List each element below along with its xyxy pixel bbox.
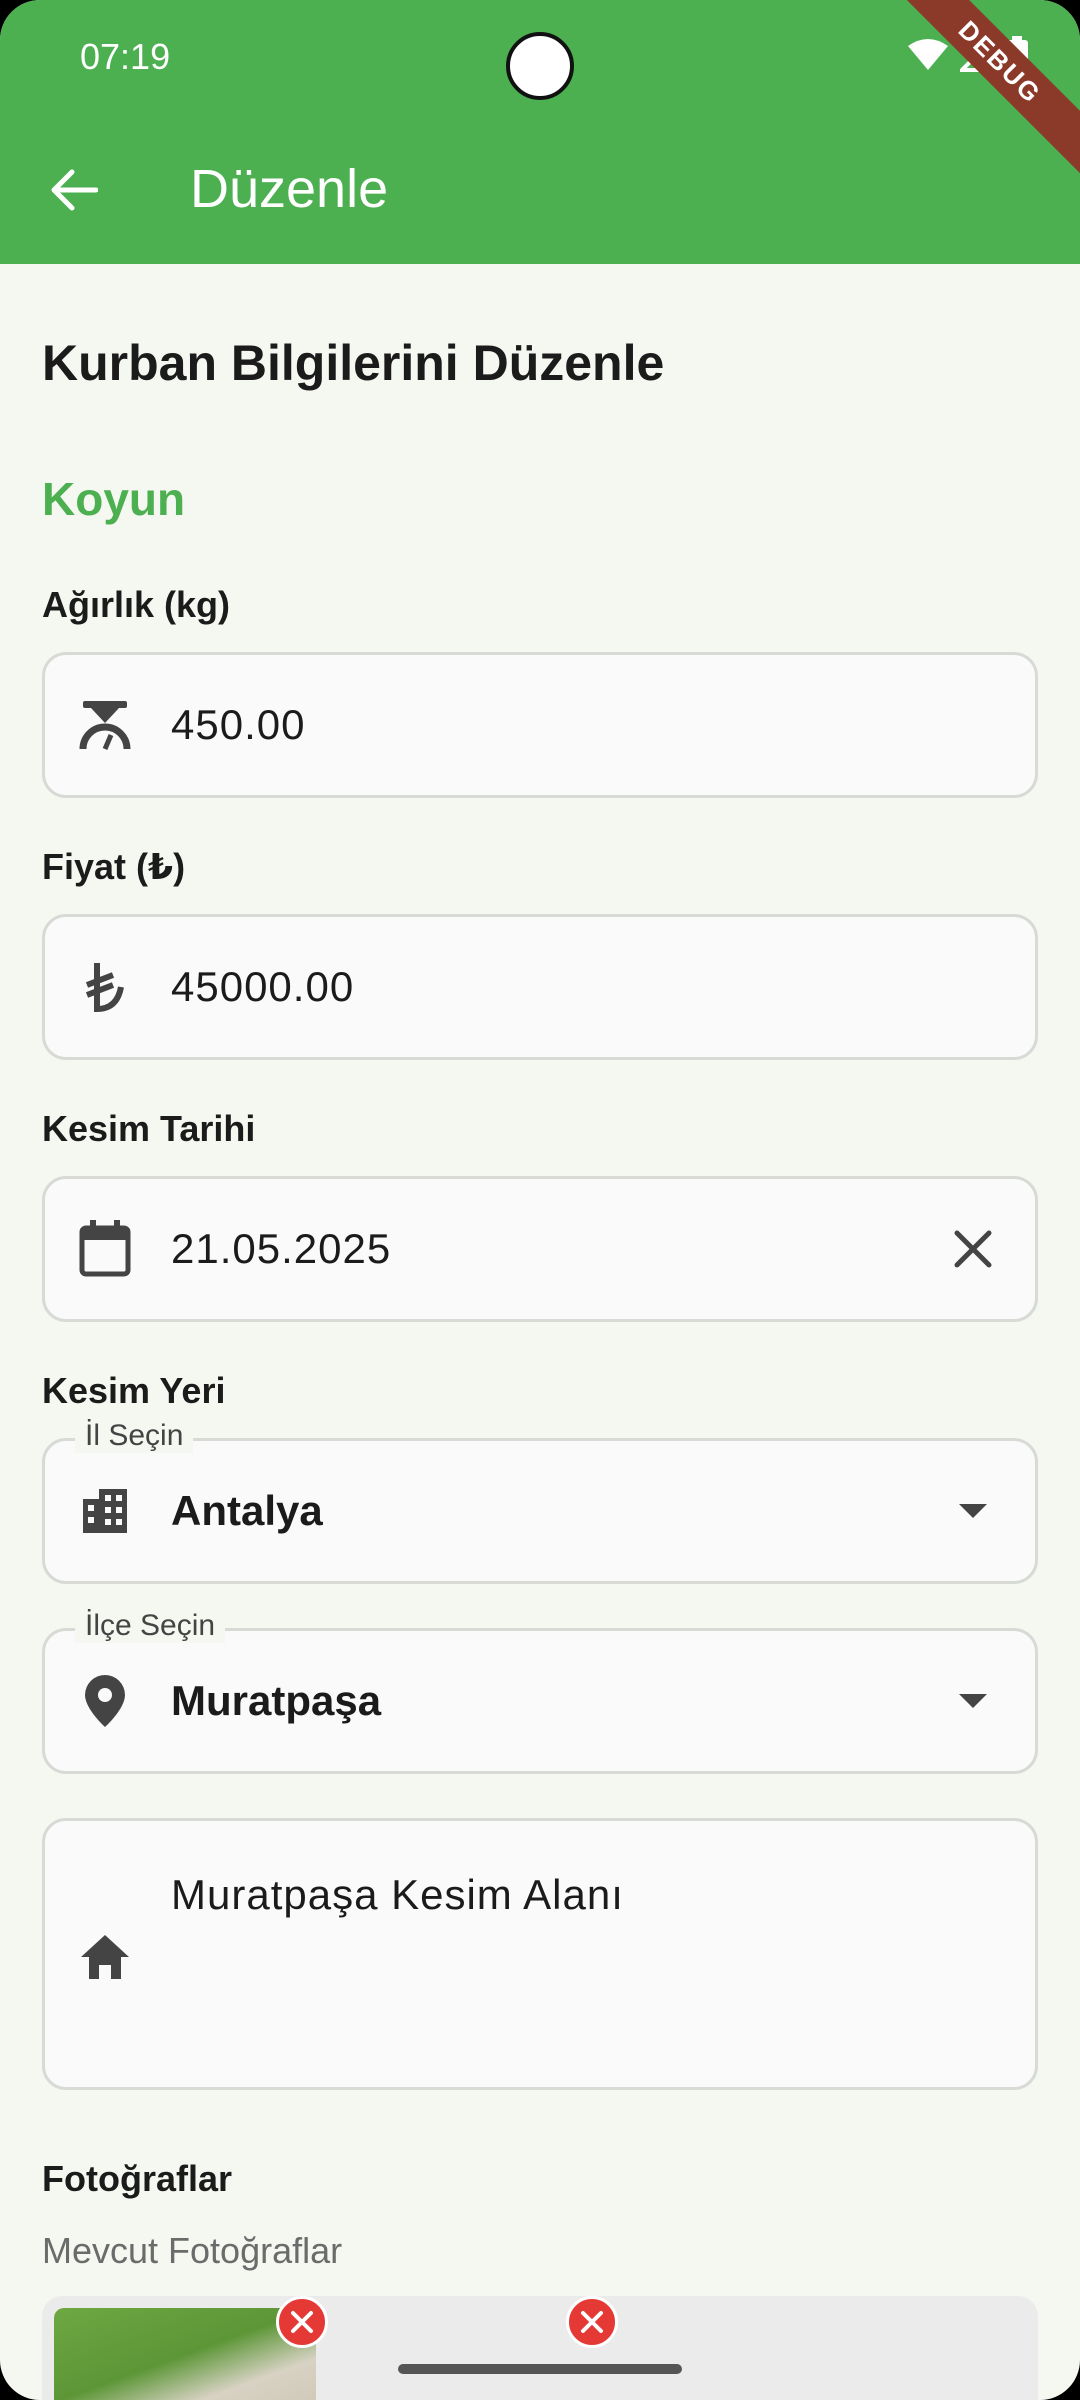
debug-banner: DEBUG bbox=[878, 0, 1080, 184]
district-floating-label: İlçe Seçin bbox=[75, 1609, 226, 1643]
home-indicator[interactable] bbox=[398, 2364, 682, 2374]
province-floating-label: İl Seçin bbox=[75, 1419, 194, 1453]
location-pin-icon bbox=[75, 1671, 135, 1731]
date-field[interactable]: 21.05.2025 bbox=[42, 1176, 1038, 1322]
district-value: Muratpaşa bbox=[171, 1677, 382, 1724]
status-time: 07:19 bbox=[80, 36, 171, 77]
price-label: Fiyat (₺) bbox=[42, 846, 186, 887]
lira-icon bbox=[75, 957, 135, 1017]
home-icon bbox=[75, 1927, 135, 1987]
province-dropdown[interactable]: İl Seçin Antalya bbox=[42, 1419, 1038, 1584]
phone-screen: 07:19 DEBUG Düzenle Kurban Bilgilerini D… bbox=[0, 0, 1080, 2400]
photo-strip bbox=[42, 2296, 1038, 2400]
close-icon bbox=[954, 1230, 992, 1268]
photos-label: Fotoğraflar bbox=[42, 2158, 233, 2199]
calendar-icon bbox=[75, 1219, 135, 1279]
arrow-back-icon bbox=[51, 169, 98, 211]
district-dropdown[interactable]: İlçe Seçin Muratpaşa bbox=[42, 1609, 1038, 1774]
date-label: Kesim Tarihi bbox=[42, 1108, 256, 1149]
price-field[interactable]: 45000.00 bbox=[42, 914, 1038, 1060]
weight-value: 450.00 bbox=[171, 701, 306, 748]
chevron-down-icon bbox=[959, 1504, 987, 1518]
date-value: 21.05.2025 bbox=[171, 1225, 392, 1272]
wifi-icon bbox=[908, 39, 948, 70]
place-label: Kesim Yeri bbox=[42, 1370, 226, 1411]
close-icon bbox=[291, 2311, 313, 2333]
address-field[interactable]: Muratpaşa Kesim Alanı bbox=[42, 1818, 1038, 2090]
district-dropdown-toggle[interactable] bbox=[943, 1671, 1003, 1731]
app-bar: 07:19 DEBUG Düzenle bbox=[0, 0, 1080, 264]
weight-label: Ağırlık (kg) bbox=[42, 584, 231, 625]
price-value: 45000.00 bbox=[171, 963, 355, 1010]
close-icon bbox=[581, 2311, 603, 2333]
clear-date-button[interactable] bbox=[943, 1219, 1003, 1279]
existing-photos-label: Mevcut Fotoğraflar bbox=[42, 2230, 343, 2271]
remove-photo-button[interactable] bbox=[276, 2296, 328, 2348]
app-bar-title: Düzenle bbox=[190, 159, 389, 219]
city-icon bbox=[75, 1481, 135, 1541]
animal-type: Koyun bbox=[42, 473, 186, 525]
back-button[interactable] bbox=[40, 160, 108, 220]
scale-icon bbox=[75, 695, 135, 755]
remove-photo-button[interactable] bbox=[566, 2296, 618, 2348]
weight-field[interactable]: 450.00 bbox=[42, 652, 1038, 798]
province-value: Antalya bbox=[171, 1487, 323, 1534]
address-value: Muratpaşa Kesim Alanı bbox=[171, 1871, 624, 1918]
camera-cutout bbox=[506, 32, 574, 100]
province-dropdown-toggle[interactable] bbox=[943, 1481, 1003, 1541]
chevron-down-icon bbox=[959, 1694, 987, 1708]
page-title: Kurban Bilgilerini Düzenle bbox=[42, 335, 665, 391]
